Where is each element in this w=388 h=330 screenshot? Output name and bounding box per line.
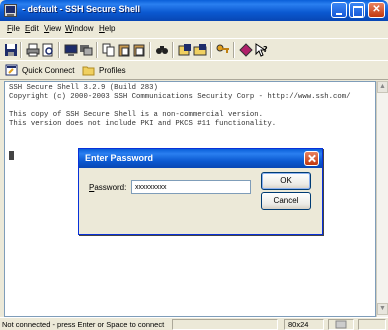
status-panel [328,319,354,330]
terminal-cursor [9,151,14,160]
window-titlebar[interactable]: - default - SSH Secure Shell ✕ [0,0,388,21]
folder-icon [82,66,95,76]
window-title: - default - SSH Secure Shell [22,4,141,14]
menu-file[interactable]: File [7,24,20,33]
maximize-button[interactable] [349,2,365,18]
menu-edit[interactable]: Edit [25,24,39,33]
status-panel [358,319,386,330]
terminal-scrollbar[interactable]: ▲ ▼ [376,81,388,317]
print-icon[interactable] [26,43,40,57]
toolbar-separator [233,42,235,58]
print-preview-icon[interactable] [41,43,55,57]
certificate-icon[interactable] [239,43,253,57]
paste-special-icon[interactable] [132,43,146,57]
password-input[interactable] [131,180,251,194]
scroll-down-arrow-icon[interactable]: ▼ [377,303,388,315]
copy-icon[interactable] [102,43,116,57]
new-terminal-icon[interactable] [64,43,78,57]
menu-view[interactable]: View [44,24,61,33]
scroll-up-arrow-icon[interactable]: ▲ [377,81,388,93]
status-message: Not connected - press Enter or Space to … [2,320,165,329]
dialog-title: Enter Password [85,153,154,163]
connection-status-icon [335,320,347,329]
paste-icon[interactable] [117,43,131,57]
menu-bar: File Edit View Window Help [0,21,388,38]
ssh-app-icon[interactable] [4,4,17,17]
password-dialog: Enter Password Password: OK Cancel [78,148,323,235]
settings-folder-icon[interactable] [193,43,207,57]
settings-icon[interactable] [178,43,192,57]
dialog-close-icon[interactable] [304,151,319,166]
toolbar: ? [0,38,388,60]
menu-help[interactable]: Help [99,24,115,33]
close-button[interactable]: ✕ [368,2,385,18]
toolbar-separator [172,42,174,58]
toolbar-separator [20,42,22,58]
toolbar-separator [210,42,212,58]
profile-bar: Quick Connect Profiles [0,60,388,80]
status-panel [172,319,278,330]
toolbar-separator [58,42,60,58]
status-bar: Not connected - press Enter or Space to … [0,317,388,330]
minimize-button[interactable] [331,2,347,18]
terminal-size: 80x24 [284,319,324,330]
terminal-line: This copy of SSH Secure Shell is a non-c… [9,111,263,119]
save-icon[interactable] [4,43,18,57]
key-icon[interactable] [216,43,230,57]
toolbar-separator [149,42,151,58]
toolbar-separator [96,42,98,58]
terminal-line: Copyright (c) 2000-2003 SSH Communicatio… [9,93,351,101]
terminal-line: This version does not include PKI and PK… [9,120,277,128]
help-icon[interactable]: ? [254,43,268,57]
svg-text:?: ? [263,45,268,54]
dialog-titlebar[interactable]: Enter Password [79,149,322,168]
terminal-line: SSH Secure Shell 3.2.9 (Build 283) [9,84,158,92]
quick-connect-icon [5,64,18,76]
find-icon[interactable] [155,43,169,57]
menu-window[interactable]: Window [65,24,93,33]
cancel-button[interactable]: Cancel [261,192,311,210]
new-file-transfer-icon[interactable] [79,43,93,57]
ok-button[interactable]: OK [261,172,311,190]
password-label: Password: [89,183,127,192]
